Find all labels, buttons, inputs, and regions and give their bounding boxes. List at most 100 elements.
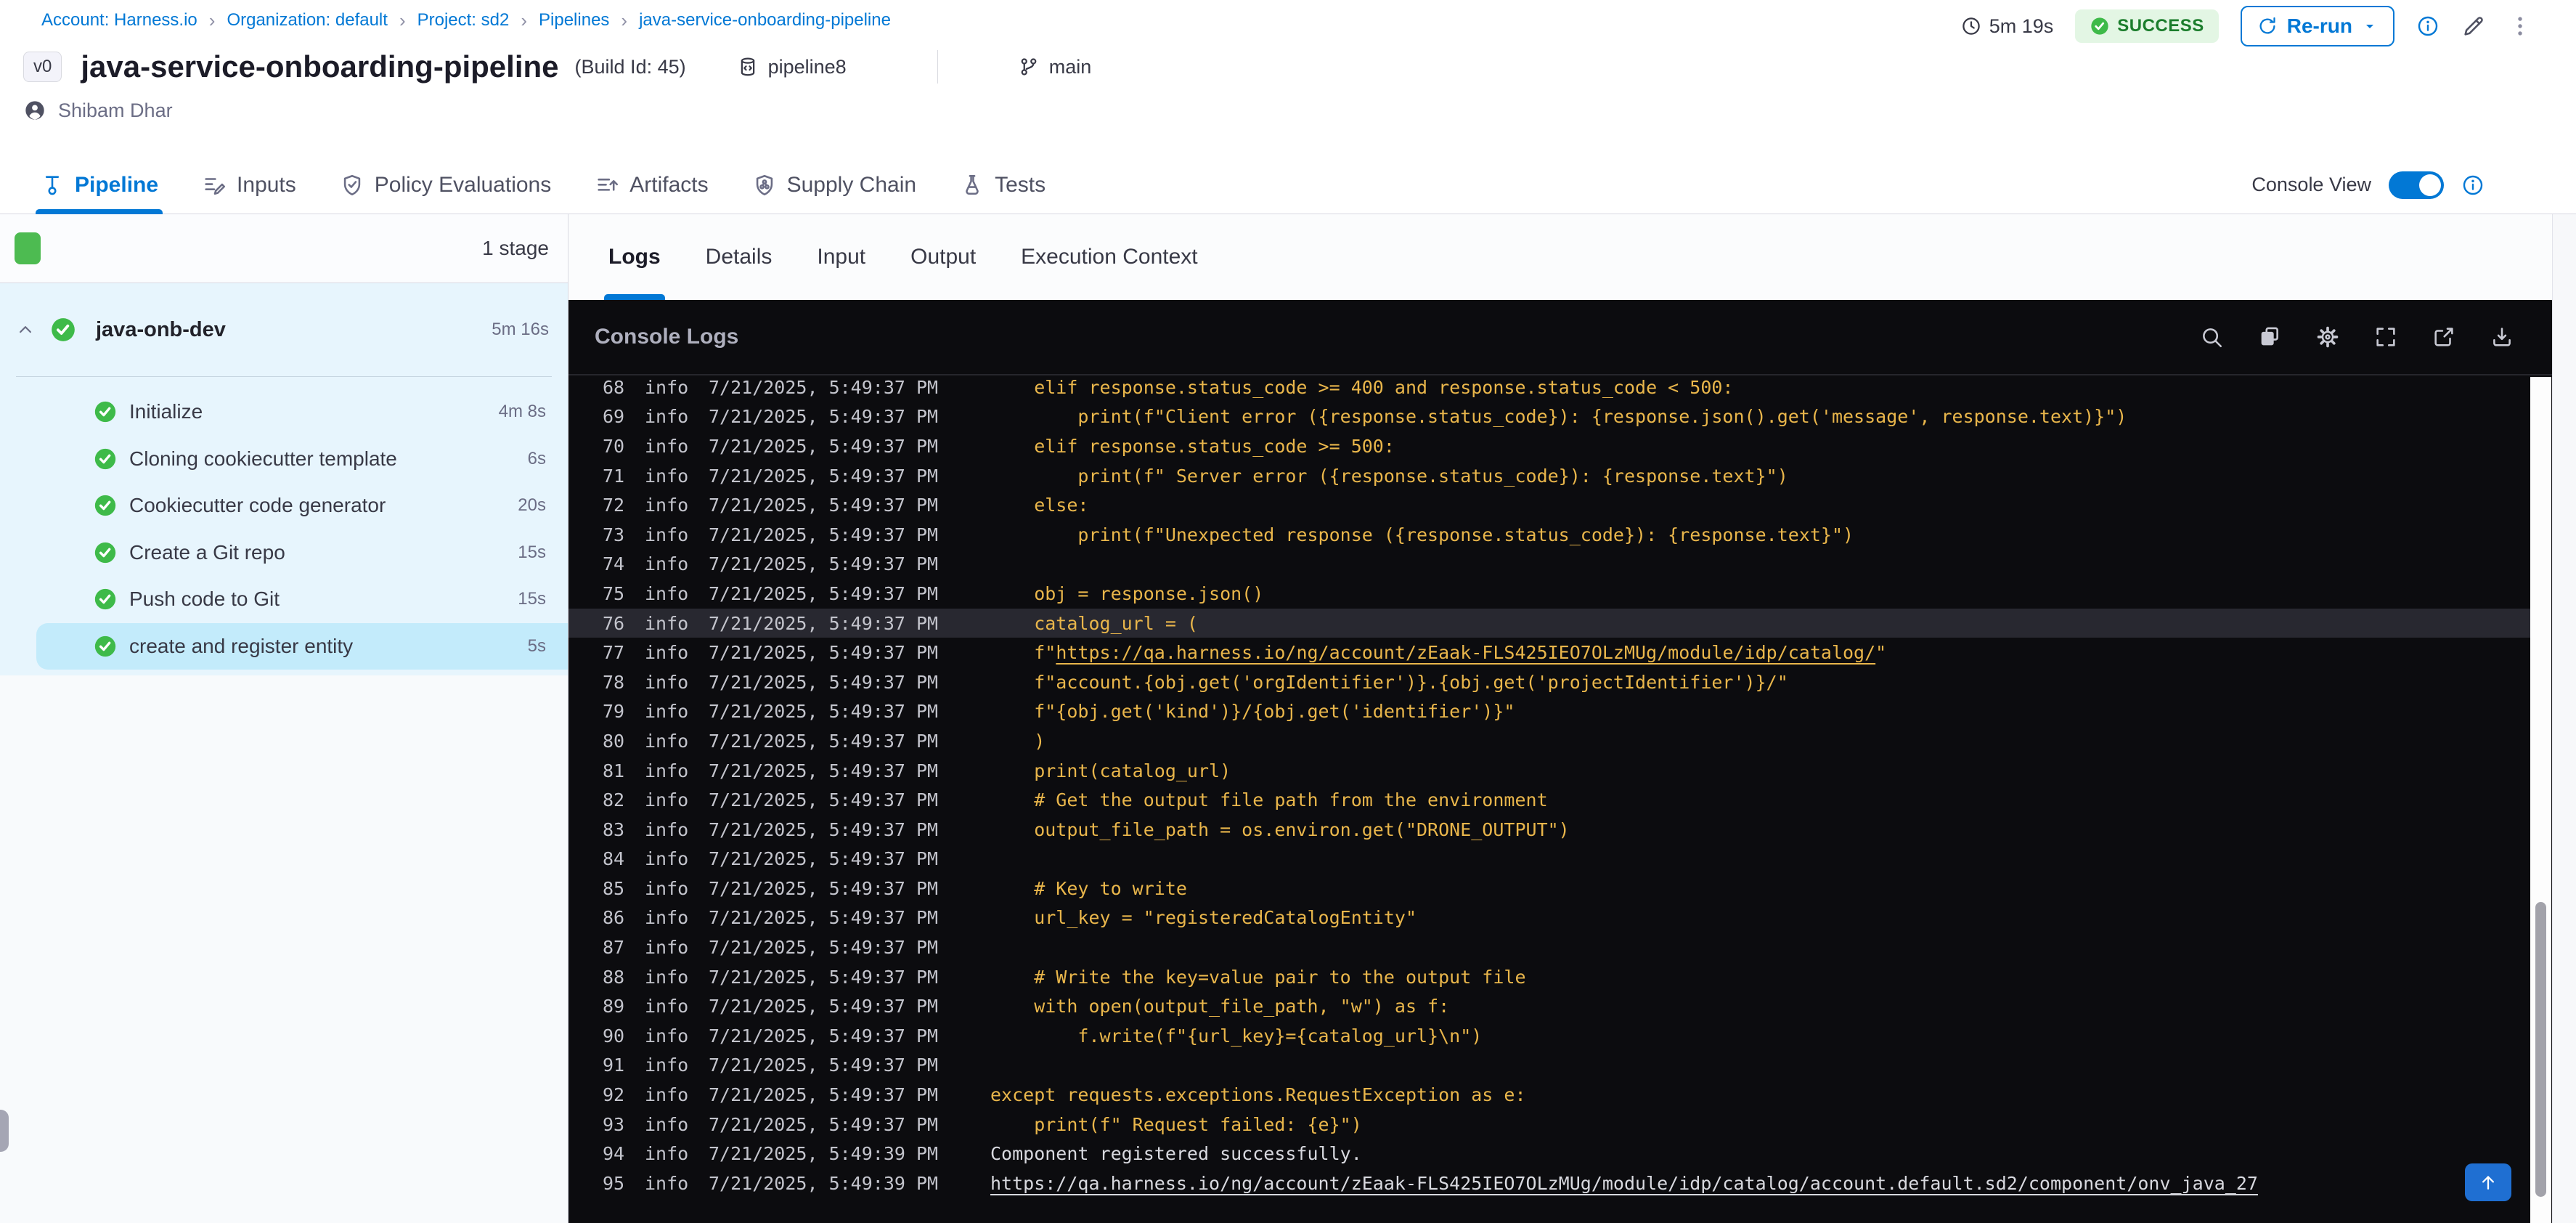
log-line-number: 77	[603, 642, 625, 664]
page-scrollbar-gutter[interactable]	[2552, 214, 2576, 1223]
log-line-88: 88 info 7/21/2025, 5:49:37 PM # Write th…	[568, 962, 2530, 992]
more-vertical-icon[interactable]	[2508, 14, 2532, 38]
log-line-number: 95	[603, 1172, 625, 1194]
log-code-segment: except requests.exceptions.RequestExcept…	[990, 1084, 1526, 1106]
log-line-number: 94	[603, 1143, 625, 1165]
log-level: info	[645, 495, 689, 516]
build-id: (Build Id: 45)	[574, 55, 686, 78]
breadcrumb-link[interactable]: Account: Harness.io	[41, 10, 197, 31]
log-line-87: 87 info 7/21/2025, 5:49:37 PM	[568, 933, 2530, 962]
tab-label: Tests	[995, 172, 1046, 197]
log-level: info	[645, 1113, 689, 1135]
repository-chip[interactable]: pipeline8	[737, 56, 847, 78]
detail-tab-input[interactable]: Input	[817, 214, 865, 300]
tab-artifacts[interactable]: Artifacts	[595, 156, 709, 214]
log-line-94: 94 info 7/21/2025, 5:49:39 PM Component …	[568, 1139, 2530, 1169]
log-level: info	[645, 406, 689, 428]
detail-tab-output[interactable]: Output	[910, 214, 976, 300]
log-link[interactable]: https://qa.harness.io/ng/account/zEaak-F…	[1056, 642, 1875, 663]
step-cookiecutter-code-generator[interactable]: Cookiecutter code generator 20s	[0, 482, 568, 529]
log-code-segment: Component registered successfully.	[990, 1143, 1362, 1165]
step-create-and-register-entity[interactable]: create and register entity 5s	[0, 622, 568, 670]
console-view-info-icon[interactable]	[2461, 174, 2485, 197]
console-logs-panel: Console Logs 68 info 7/21/2025, 5:49:37 …	[568, 300, 2552, 1223]
open-in-new-icon[interactable]	[2432, 325, 2456, 349]
step-initialize[interactable]: Initialize 4m 8s	[0, 389, 568, 436]
detail-tab-logs[interactable]: Logs	[604, 214, 665, 300]
download-icon[interactable]	[2490, 325, 2514, 349]
log-timestamp: 7/21/2025, 5:49:37 PM	[709, 612, 939, 634]
log-viewer[interactable]: 68 info 7/21/2025, 5:49:37 PM elif respo…	[568, 377, 2530, 1223]
step-cloning-cookiecutter-template[interactable]: Cloning cookiecutter template 6s	[0, 436, 568, 483]
avatar	[23, 99, 46, 122]
copy-icon[interactable]	[2257, 325, 2282, 349]
log-line-95: 95 info 7/21/2025, 5:49:39 PM https://qa…	[568, 1169, 2530, 1198]
log-text: except requests.exceptions.RequestExcept…	[990, 1084, 1526, 1105]
steps-list: Initialize 4m 8s Cloning cookiecutter te…	[0, 377, 568, 670]
stage-section: java-onb-dev 5m 16s Initialize 4m 8s Clo…	[0, 283, 568, 675]
log-timestamp: 7/21/2025, 5:49:37 PM	[709, 465, 939, 487]
log-timestamp: 7/21/2025, 5:49:37 PM	[709, 907, 939, 929]
chevron-up-icon[interactable]	[15, 319, 36, 341]
step-detail-tabs: Logs Details Input Output Execution Context	[568, 214, 2552, 300]
settings-icon[interactable]	[2315, 325, 2340, 349]
stage-row-java-onb-dev[interactable]: java-onb-dev 5m 16s	[0, 283, 568, 376]
log-level: info	[645, 1025, 689, 1047]
log-text: print(f" Request failed: {e}")	[990, 1114, 1362, 1135]
search-icon[interactable]	[2199, 325, 2224, 349]
tab-supply-chain[interactable]: Supply Chain	[752, 156, 916, 214]
console-view-toggle[interactable]	[2389, 171, 2444, 199]
log-text: Component registered successfully.	[990, 1143, 1362, 1164]
supply-chain-icon	[752, 173, 777, 198]
log-code-segment: elif response.status_code >= 500:	[990, 435, 1395, 457]
edit-icon[interactable]	[2461, 14, 2486, 38]
breadcrumb-link[interactable]: Organization: default	[227, 10, 387, 31]
page-title: java-service-onboarding-pipeline	[81, 49, 559, 84]
breadcrumb-link[interactable]: Project: sd2	[417, 10, 510, 31]
tab-policy-evaluations[interactable]: Policy Evaluations	[340, 156, 551, 214]
log-level: info	[645, 377, 689, 398]
refresh-icon	[2257, 15, 2278, 37]
branch-chip[interactable]: main	[1018, 56, 1091, 78]
step-duration: 5s	[527, 635, 546, 656]
log-line-number: 69	[603, 406, 625, 428]
detail-tab-details[interactable]: Details	[706, 214, 773, 300]
execution-actions: 5m 19s SUCCESS Re-run	[1960, 6, 2532, 46]
scrollbar-thumb[interactable]	[2535, 902, 2546, 1197]
log-code-segment: print(catalog_url)	[990, 760, 1231, 781]
tab-tests[interactable]: Tests	[960, 156, 1046, 214]
step-create-a-git-repo[interactable]: Create a Git repo 15s	[0, 529, 568, 577]
scroll-to-top-button[interactable]	[2465, 1163, 2511, 1201]
log-level: info	[645, 966, 689, 988]
step-push-code-to-git[interactable]: Push code to Git 15s	[0, 576, 568, 623]
breadcrumb-link[interactable]: Pipelines	[539, 10, 609, 31]
log-line-69: 69 info 7/21/2025, 5:49:37 PM print(f"Cl…	[568, 402, 2530, 432]
log-code-segment: catalog_url = (	[990, 612, 1198, 634]
log-text: print(f" Server error ({response.status_…	[990, 466, 1788, 487]
log-text: print(f"Client error ({response.status_c…	[990, 406, 2127, 427]
tab-inputs[interactable]: Inputs	[202, 156, 296, 214]
log-line-89: 89 info 7/21/2025, 5:49:37 PM with open(…	[568, 991, 2530, 1021]
sidebar-drag-handle[interactable]	[0, 1110, 9, 1152]
console-logs-header: Console Logs	[568, 300, 2552, 375]
log-line-number: 74	[603, 553, 625, 575]
breadcrumb-link[interactable]: java-service-onboarding-pipeline	[639, 10, 891, 31]
fullscreen-icon[interactable]	[2373, 325, 2398, 349]
caret-down-icon	[2361, 17, 2379, 35]
inputs-icon	[202, 173, 227, 198]
console-scrollbar[interactable]	[2530, 377, 2551, 1223]
info-icon[interactable]	[2416, 15, 2440, 38]
step-success-icon	[93, 634, 118, 659]
tests-icon	[960, 173, 985, 198]
stage-name: java-onb-dev	[96, 317, 226, 341]
breadcrumb-separator: ›	[621, 9, 628, 31]
repository-name: pipeline8	[767, 55, 847, 78]
rerun-button[interactable]: Re-run	[2240, 6, 2394, 46]
detail-tab-execution-context[interactable]: Execution Context	[1021, 214, 1197, 300]
log-link[interactable]: https://qa.harness.io/ng/account/zEaak-F…	[990, 1173, 2258, 1194]
log-text: https://qa.harness.io/ng/account/zEaak-F…	[990, 1173, 2258, 1194]
log-text: f.write(f"{url_key}={catalog_url}\n")	[990, 1025, 1482, 1047]
log-timestamp: 7/21/2025, 5:49:37 PM	[709, 966, 939, 988]
tab-pipeline[interactable]: Pipeline	[35, 156, 163, 214]
stage-duration: 5m 16s	[492, 320, 549, 339]
